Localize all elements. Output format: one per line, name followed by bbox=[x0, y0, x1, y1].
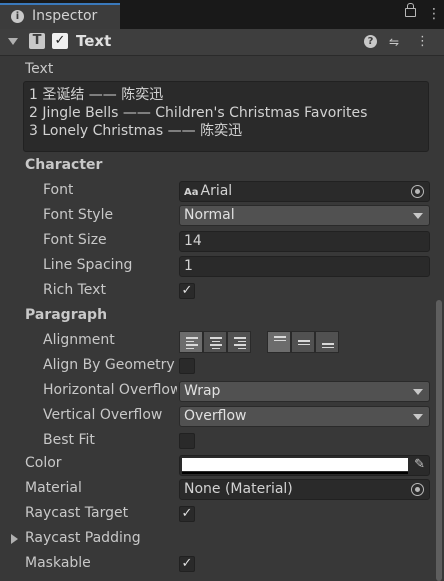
line-spacing-value: 1 bbox=[184, 258, 193, 274]
text-content-area[interactable]: 1 圣诞结 —— 陈奕迅 2 Jingle Bells —— Children'… bbox=[23, 81, 429, 152]
vertical-overflow-label: Vertical Overflow bbox=[43, 407, 163, 423]
component-enabled-checkbox[interactable]: ✓ bbox=[52, 33, 68, 49]
align-bottom-icon bbox=[322, 343, 334, 350]
horizontal-overflow-dropdown[interactable]: Wrap bbox=[179, 381, 430, 402]
more-options-icon[interactable]: ⋮ bbox=[427, 7, 441, 23]
raycast-target-checkbox[interactable]: ✓ bbox=[179, 506, 195, 522]
material-label: Material bbox=[25, 480, 82, 496]
align-bottom-button[interactable] bbox=[315, 331, 339, 353]
component-menu-icon[interactable]: ⋮ bbox=[416, 35, 429, 49]
font-field[interactable]: Aa Arial bbox=[179, 181, 430, 202]
font-value: Arial bbox=[200, 183, 233, 199]
vertical-alignment-group bbox=[267, 331, 339, 353]
align-left-button[interactable] bbox=[179, 331, 203, 353]
inspector-tab-bar: i Inspector ⋮ bbox=[0, 0, 444, 30]
object-picker-icon[interactable] bbox=[411, 483, 424, 496]
horizontal-overflow-label: Horizontal Overflow bbox=[43, 382, 177, 398]
font-size-input[interactable]: 14 bbox=[179, 231, 430, 252]
dropdown-arrow-icon bbox=[413, 414, 423, 420]
color-field[interactable]: ✎ bbox=[179, 455, 430, 476]
align-right-icon bbox=[234, 337, 246, 351]
alpha-strip bbox=[182, 472, 408, 474]
text-line-1: 1 圣诞结 —— 陈奕迅 bbox=[29, 87, 164, 103]
align-by-geometry-label: Align By Geometry bbox=[43, 357, 175, 373]
inspector-tab[interactable]: i Inspector bbox=[0, 3, 120, 29]
vertical-overflow-dropdown[interactable]: Overflow bbox=[179, 406, 430, 427]
maskable-label: Maskable bbox=[25, 555, 91, 571]
horizontal-alignment-group bbox=[179, 331, 251, 353]
best-fit-label: Best Fit bbox=[43, 432, 95, 448]
font-asset-icon: Aa bbox=[184, 187, 199, 198]
text-line-3: 3 Lonely Christmas —— 陈奕迅 bbox=[29, 123, 243, 139]
align-top-icon bbox=[274, 336, 286, 343]
raycast-target-label: Raycast Target bbox=[25, 505, 129, 521]
font-style-label: Font Style bbox=[43, 207, 114, 223]
best-fit-checkbox[interactable] bbox=[179, 433, 195, 449]
info-icon: i bbox=[11, 10, 24, 23]
material-field[interactable]: None (Material) bbox=[179, 479, 430, 500]
presets-icon[interactable]: ⇋ bbox=[389, 35, 403, 49]
rich-text-checkbox[interactable]: ✓ bbox=[179, 283, 195, 299]
material-value: None (Material) bbox=[184, 481, 293, 497]
font-size-label: Font Size bbox=[43, 232, 107, 248]
dropdown-arrow-icon bbox=[413, 213, 423, 219]
component-title: Text bbox=[76, 32, 112, 50]
foldout-arrow-icon[interactable] bbox=[8, 38, 18, 45]
alignment-label: Alignment bbox=[43, 332, 115, 348]
help-icon[interactable]: ? bbox=[364, 35, 377, 48]
color-swatch[interactable] bbox=[182, 458, 408, 471]
font-style-dropdown[interactable]: Normal bbox=[179, 205, 430, 226]
line-spacing-label: Line Spacing bbox=[43, 257, 133, 273]
align-right-button[interactable] bbox=[227, 331, 251, 353]
maskable-checkbox[interactable]: ✓ bbox=[179, 556, 195, 572]
font-style-value: Normal bbox=[184, 207, 235, 223]
text-line-2: 2 Jingle Bells —— Children's Christmas F… bbox=[29, 105, 368, 121]
align-top-button[interactable] bbox=[267, 331, 291, 353]
horizontal-overflow-value: Wrap bbox=[184, 383, 221, 399]
text-component-header[interactable]: T ✓ Text ? ⇋ ⋮ bbox=[0, 29, 444, 56]
lock-icon[interactable] bbox=[405, 3, 416, 17]
align-middle-icon bbox=[298, 340, 310, 347]
vertical-overflow-value: Overflow bbox=[184, 408, 247, 424]
inspector-scrollbar[interactable] bbox=[436, 300, 442, 581]
paragraph-heading: Paragraph bbox=[25, 307, 108, 323]
align-middle-button[interactable] bbox=[291, 331, 315, 353]
line-spacing-input[interactable]: 1 bbox=[179, 256, 430, 277]
dropdown-arrow-icon bbox=[413, 389, 423, 395]
rich-text-label: Rich Text bbox=[43, 282, 106, 298]
text-field-label: Text bbox=[25, 61, 54, 77]
align-left-icon bbox=[186, 337, 198, 351]
font-label: Font bbox=[43, 182, 74, 198]
eyedropper-icon[interactable]: ✎ bbox=[414, 458, 425, 472]
align-center-button[interactable] bbox=[203, 331, 227, 353]
color-label: Color bbox=[25, 455, 62, 471]
raycast-padding-foldout-icon[interactable] bbox=[11, 534, 18, 544]
inspector-tab-title: Inspector bbox=[32, 8, 98, 24]
align-by-geometry-checkbox[interactable] bbox=[179, 358, 195, 374]
raycast-padding-label[interactable]: Raycast Padding bbox=[25, 530, 141, 546]
font-size-value: 14 bbox=[184, 233, 202, 249]
text-component-icon: T bbox=[29, 33, 45, 49]
character-heading: Character bbox=[25, 157, 103, 173]
align-center-icon bbox=[210, 337, 222, 351]
object-picker-icon[interactable] bbox=[411, 185, 424, 198]
